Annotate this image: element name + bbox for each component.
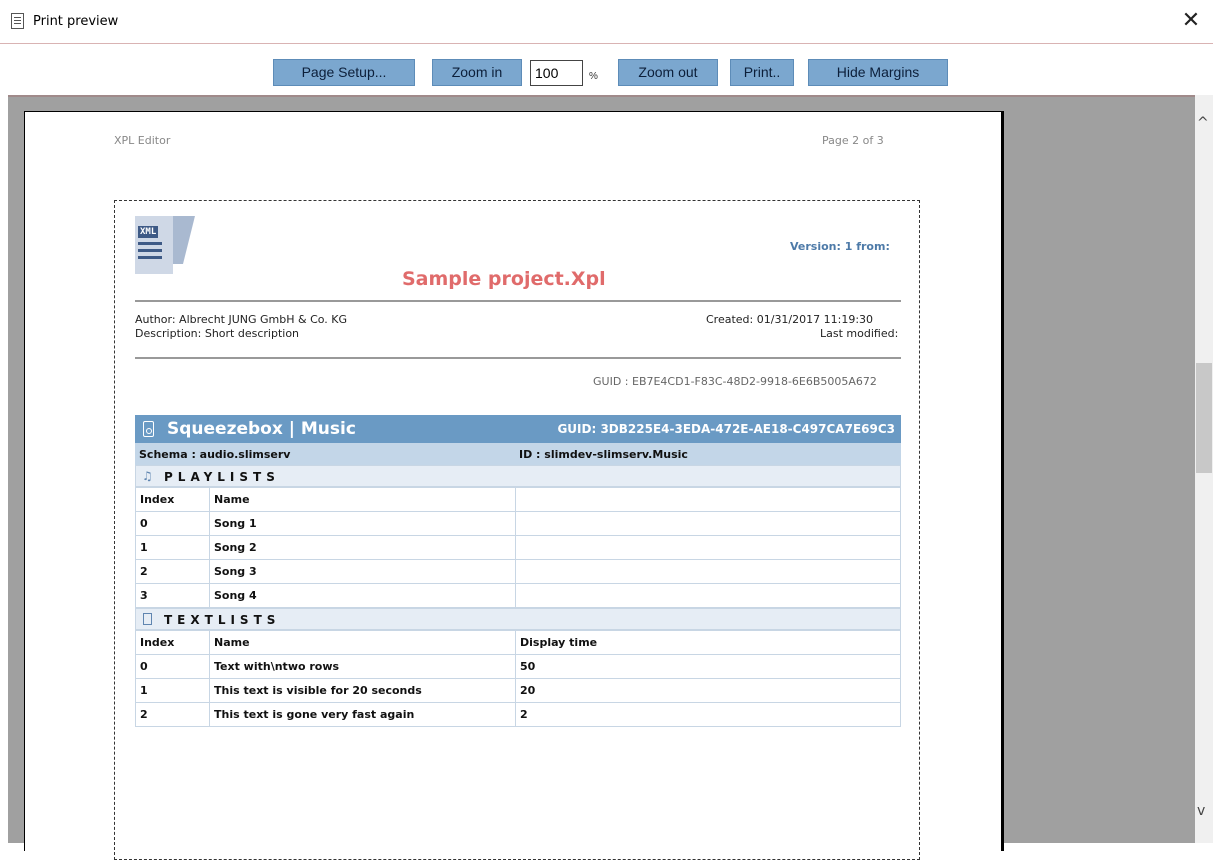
table-cell (515, 583, 901, 608)
hide-margins-button[interactable]: Hide Margins (808, 59, 948, 86)
table-cell: 0 (135, 511, 210, 536)
preview-area[interactable]: XPL Editor Page 2 of 3 XML Version: 1 fr… (8, 95, 1195, 860)
table-row: 2 Song 3 (135, 559, 901, 584)
table-cell (515, 559, 901, 584)
table-cell: 20 (515, 678, 901, 703)
page-header-left: XPL Editor (114, 134, 171, 147)
window-title: Print preview (33, 14, 119, 29)
project-title: Sample project.Xpl (402, 268, 606, 290)
table-header-row: Index Name (135, 487, 901, 512)
table-cell: 2 (135, 559, 210, 584)
zoom-unit-label: % (589, 71, 598, 82)
vertical-scrollbar[interactable]: ^ v (1195, 95, 1213, 843)
device-id: ID : slimdev-slimserv.Music (519, 448, 688, 461)
title-bar: Print preview ✕ (0, 0, 1213, 44)
logo-text: XML (138, 226, 159, 238)
textlists-table: Index Name Display time 0 Text with\ntwo… (135, 630, 901, 727)
xml-logo-icon: XML (135, 216, 195, 274)
table-header-row: Index Name Display time (135, 630, 901, 655)
table-cell: Song 3 (209, 559, 516, 584)
zoom-input[interactable]: 100 (530, 60, 583, 86)
column-header: Index (135, 630, 210, 655)
table-cell: 2 (135, 702, 210, 727)
device-name: Squeezebox | Music (167, 419, 356, 439)
table-cell: Song 4 (209, 583, 516, 608)
scroll-up-icon[interactable]: ^ (1197, 115, 1209, 131)
table-cell: 1 (135, 535, 210, 560)
table-cell (515, 535, 901, 560)
table-row: 1 Song 2 (135, 535, 901, 560)
scrollbar-thumb[interactable] (1196, 363, 1212, 473)
playlists-section-header: ♫ PLAYLISTS (135, 465, 901, 487)
zoom-in-button[interactable]: Zoom in (432, 59, 522, 86)
device-table: Squeezebox | Music GUID: 3DB225E4-3EDA-4… (135, 415, 901, 727)
column-header: Name (209, 487, 516, 512)
divider (135, 357, 901, 359)
table-cell: Song 2 (209, 535, 516, 560)
created-text: Created: 01/31/2017 11:19:30 (706, 313, 874, 326)
table-cell: 3 (135, 583, 210, 608)
close-button[interactable]: ✕ (1169, 0, 1213, 44)
device-guid: GUID: 3DB225E4-3EDA-472E-AE18-C497CA7E69… (557, 422, 895, 436)
toolbar: Page Setup... Zoom in 100 % Zoom out Pri… (0, 45, 1213, 95)
column-header: Display time (515, 630, 901, 655)
device-header: Squeezebox | Music GUID: 3DB225E4-3EDA-4… (135, 415, 901, 443)
page-number: Page 2 of 3 (822, 134, 884, 147)
schema-label: Schema : audio.slimserv (139, 448, 291, 461)
table-cell: Song 1 (209, 511, 516, 536)
table-row: 0 Text with\ntwo rows 50 (135, 654, 901, 679)
table-cell: Text with\ntwo rows (209, 654, 516, 679)
project-guid: GUID : EB7E4CD1-F83C-48D2-9918-6E6B5005A… (593, 375, 877, 388)
column-header: Index (135, 487, 210, 512)
table-cell: 0 (135, 654, 210, 679)
playlists-title: PLAYLISTS (164, 470, 280, 484)
table-row: 2 This text is gone very fast again 2 (135, 702, 901, 727)
page-preview: XPL Editor Page 2 of 3 XML Version: 1 fr… (24, 111, 1004, 860)
schema-row: Schema : audio.slimserv ID : slimdev-sli… (135, 443, 901, 465)
textlists-title: TEXTLISTS (164, 613, 281, 627)
last-modified-text: Last modified: (820, 327, 899, 340)
table-row: 1 This text is visible for 20 seconds 20 (135, 678, 901, 703)
description-text: Description: Short description (135, 327, 300, 340)
table-cell: 2 (515, 702, 901, 727)
print-button[interactable]: Print.. (730, 59, 794, 86)
author-text: Author: Albrecht JUNG GmbH & Co. KG (135, 313, 348, 326)
table-cell: This text is gone very fast again (209, 702, 516, 727)
version-label: Version: 1 from: (790, 240, 890, 253)
speaker-icon (143, 421, 154, 437)
column-header (515, 487, 901, 512)
playlists-table: Index Name 0 Song 1 1 Song 2 2 Song 3 3 … (135, 487, 901, 608)
music-note-icon: ♫ (142, 469, 153, 483)
table-cell: This text is visible for 20 seconds (209, 678, 516, 703)
document-icon (11, 13, 24, 29)
page-setup-button[interactable]: Page Setup... (273, 59, 415, 86)
textlists-section-header: TEXTLISTS (135, 608, 901, 630)
table-row: 0 Song 1 (135, 511, 901, 536)
zoom-out-button[interactable]: Zoom out (618, 59, 718, 86)
table-cell: 50 (515, 654, 901, 679)
divider (135, 300, 901, 302)
column-header: Name (209, 630, 516, 655)
table-cell: 1 (135, 678, 210, 703)
scroll-down-icon[interactable]: v (1197, 803, 1205, 819)
table-row: 3 Song 4 (135, 583, 901, 608)
table-cell (515, 511, 901, 536)
text-document-icon (143, 613, 152, 625)
